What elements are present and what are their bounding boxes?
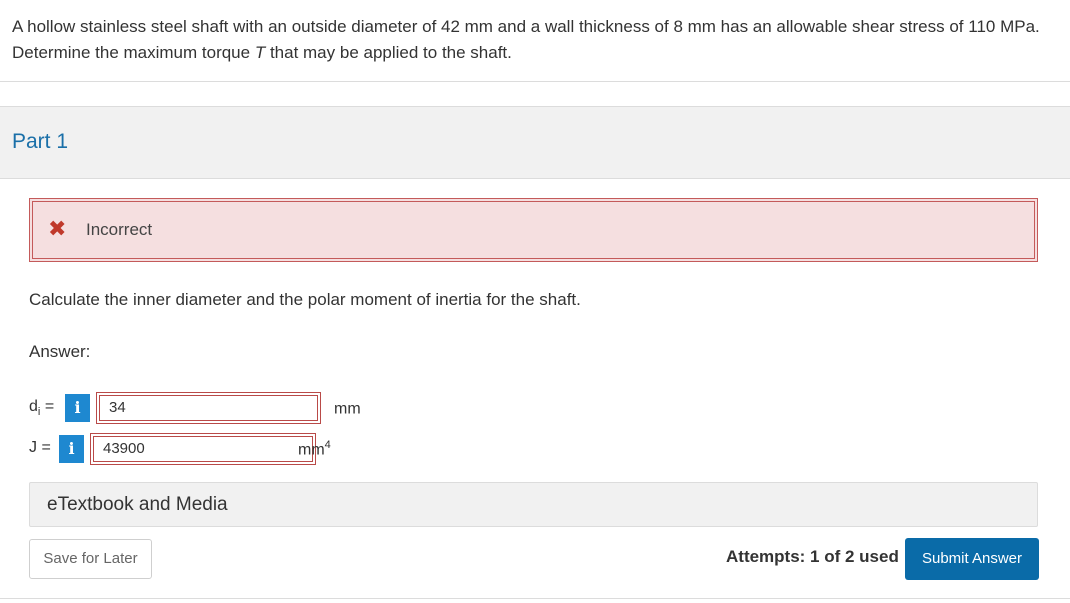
divider — [0, 598, 1070, 599]
part-prompt: Calculate the inner diameter and the pol… — [29, 290, 581, 309]
inner-diameter-input[interactable]: 34 — [96, 392, 321, 424]
polar-moment-input[interactable]: 43900 — [90, 433, 316, 465]
submit-answer-button[interactable]: Submit Answer — [905, 538, 1039, 580]
answer-row-inner-diameter: di = i 34 mm — [29, 392, 361, 428]
answer-label: Answer: — [29, 342, 91, 361]
variable-label: J = — [29, 439, 51, 456]
etextbook-label: eTextbook and Media — [47, 494, 228, 515]
info-icon[interactable]: i — [59, 435, 84, 463]
question-body: A hollow stainless steel shaft with an o… — [12, 17, 1040, 62]
question-text: A hollow stainless steel shaft with an o… — [12, 14, 1052, 66]
attempts-counter: Attempts: 1 of 2 used — [726, 547, 899, 566]
feedback-status: Incorrect — [86, 220, 153, 239]
save-for-later-button[interactable]: Save for Later — [29, 539, 152, 579]
close-icon: ✖ — [48, 216, 67, 241]
part-header: Part 1 — [0, 106, 1070, 179]
part-title: Part 1 — [12, 130, 69, 153]
divider — [0, 81, 1070, 82]
variable-label: di = — [29, 398, 55, 419]
feedback-alert: ✖ Incorrect — [29, 198, 1038, 262]
etextbook-panel[interactable]: eTextbook and Media — [29, 482, 1038, 527]
unit-label: mm — [334, 400, 361, 418]
info-icon[interactable]: i — [65, 394, 90, 422]
unit-label: mm4 — [298, 439, 331, 459]
answer-row-polar-moment: J = i 43900 mm4 — [29, 433, 349, 469]
